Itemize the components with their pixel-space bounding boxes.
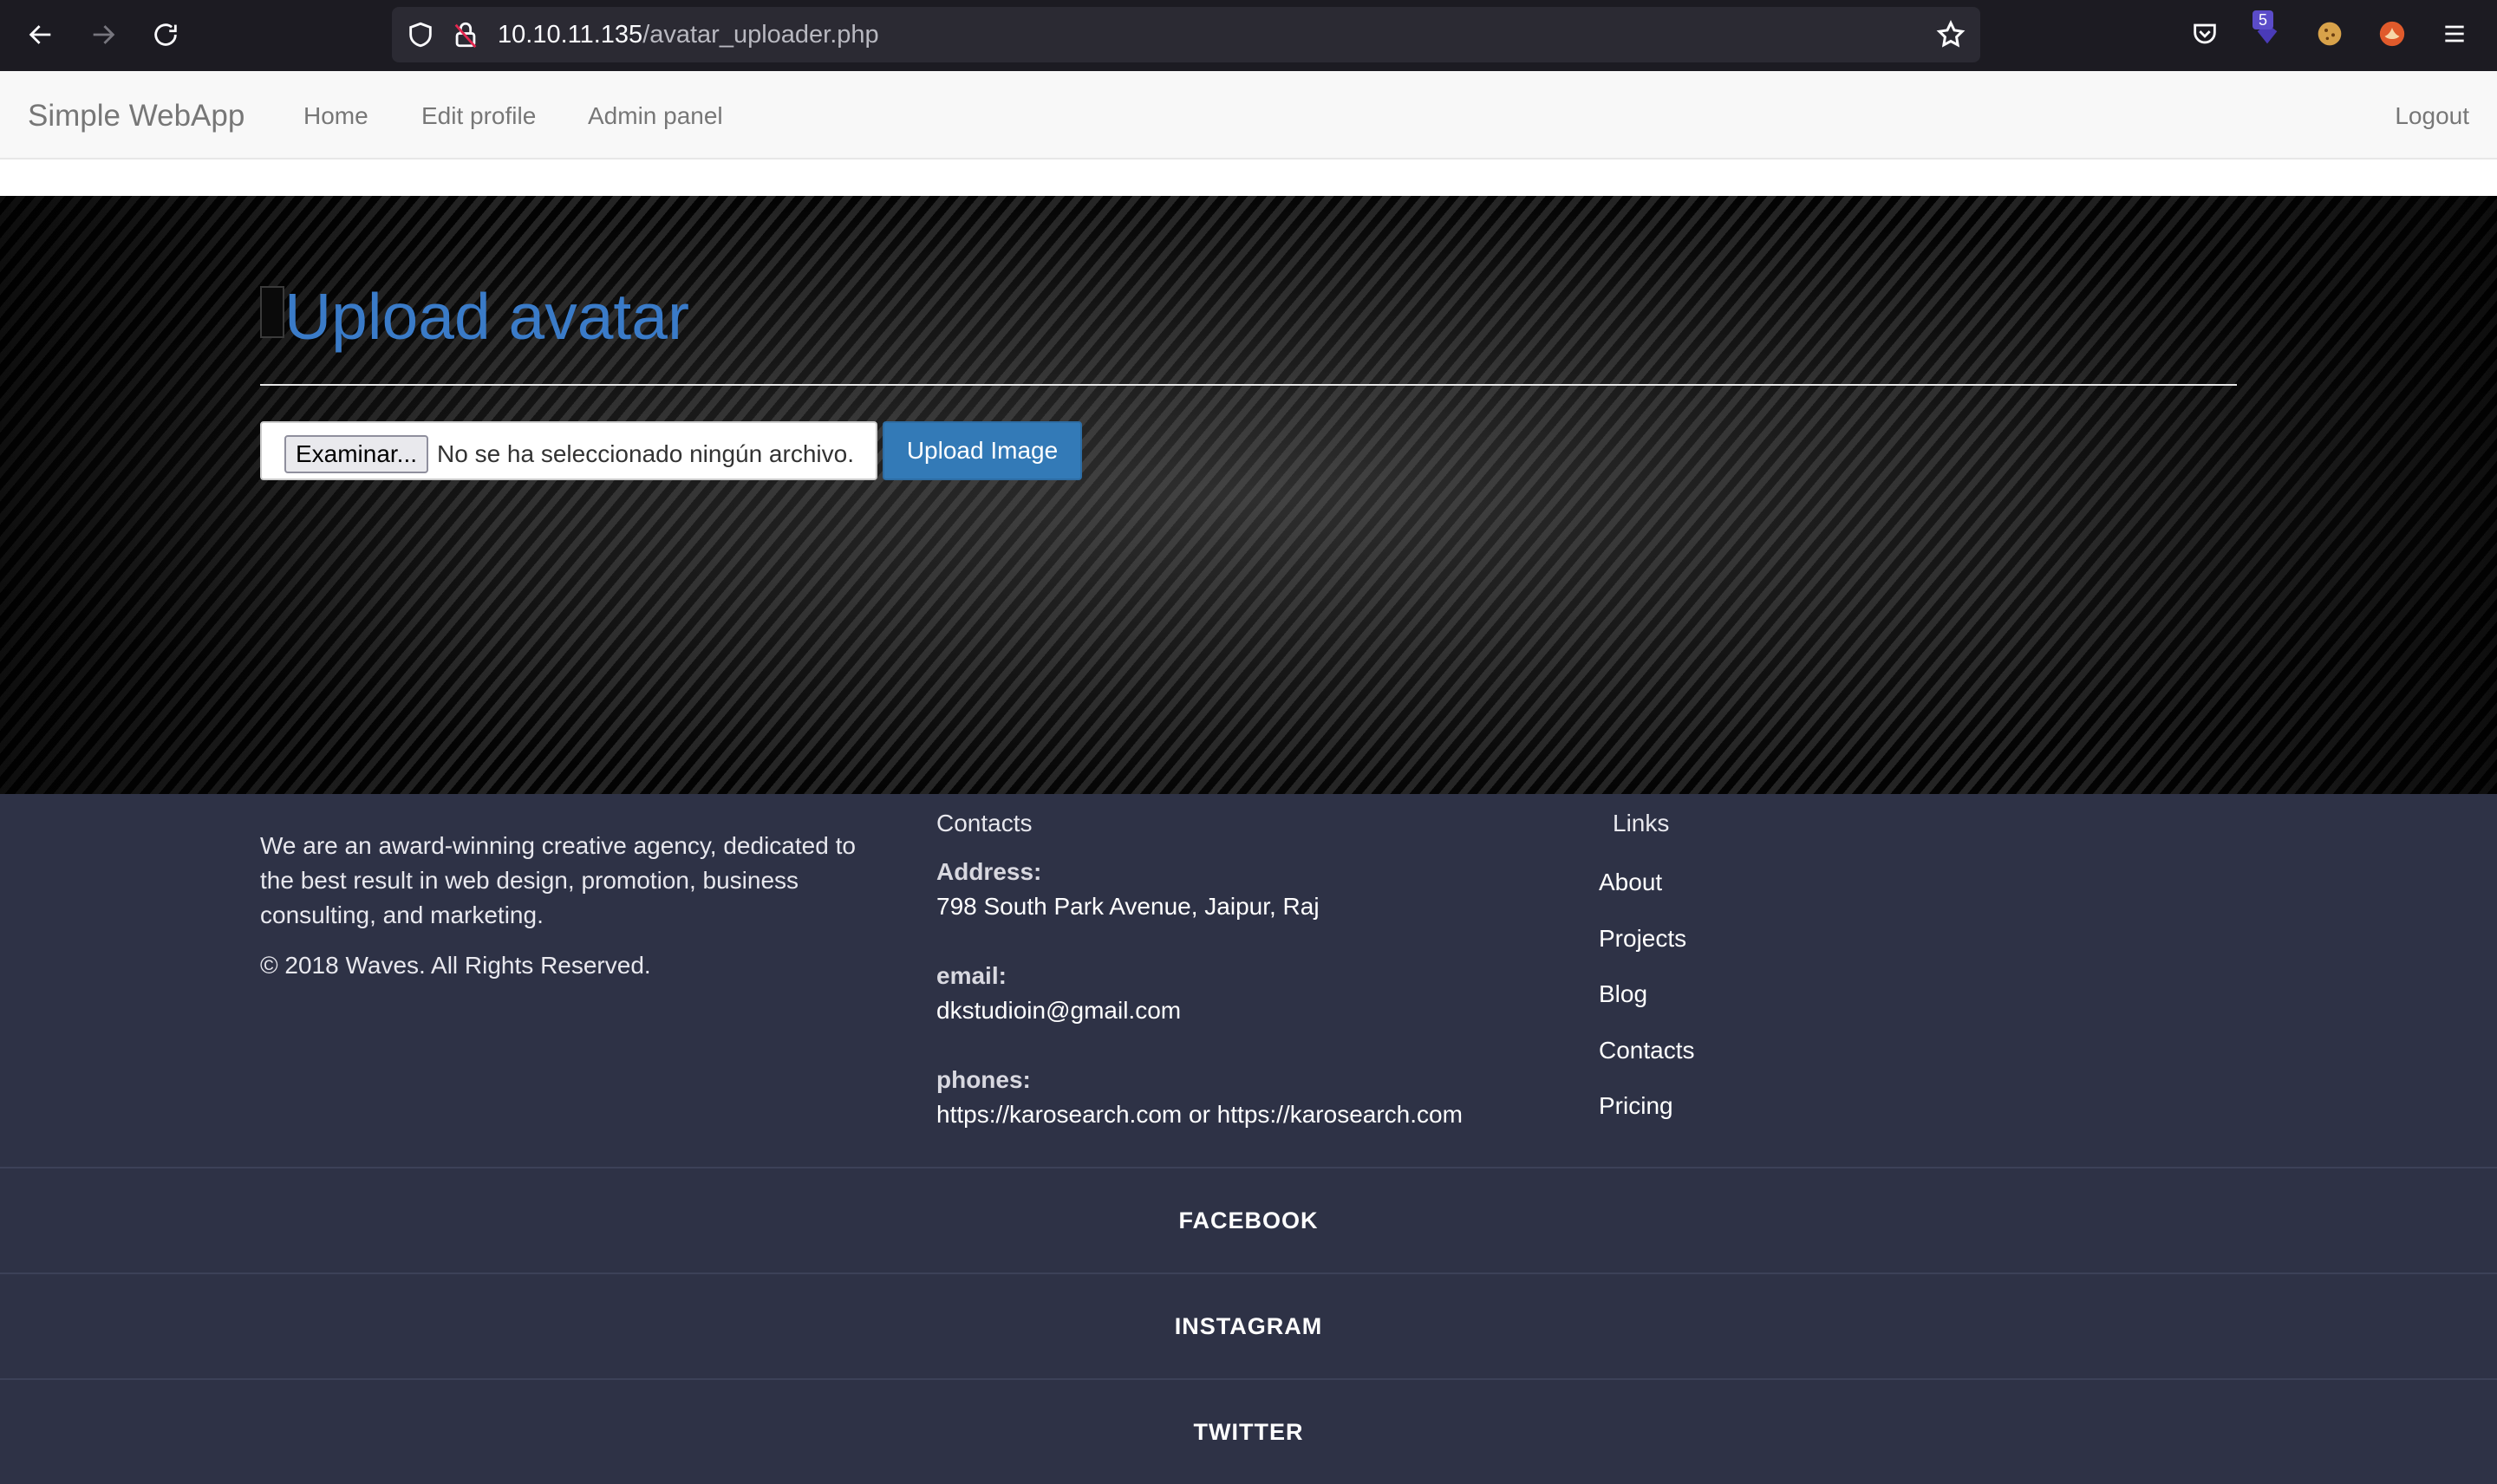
footer-link-pricing[interactable]: Pricing (1599, 1092, 1673, 1120)
phones-label: phones: (936, 1066, 1031, 1093)
menu-button[interactable] (2438, 17, 2471, 50)
reload-icon (154, 23, 177, 46)
insecure-lock-icon[interactable] (451, 20, 480, 49)
fox-icon (2379, 21, 2405, 47)
arrow-left-icon (29, 25, 51, 44)
nav-edit-profile[interactable]: Edit profile (421, 102, 536, 130)
extension-badge: 5 (2253, 10, 2274, 29)
site-footer: We are an award-winning creative agency,… (0, 794, 2497, 1484)
pocket-button[interactable] (2188, 17, 2221, 50)
url-host: 10.10.11.135 (498, 21, 643, 49)
cookie-extension-button[interactable] (2313, 17, 2346, 50)
shield-icon[interactable] (406, 20, 435, 49)
social-instagram-link[interactable]: INSTAGRAM (0, 1272, 2497, 1377)
links-heading: Links (1613, 810, 1670, 836)
divider (260, 384, 2237, 386)
url-bar[interactable]: 10.10.11.135/avatar_uploader.php (392, 7, 1980, 62)
social-twitter-link[interactable]: TWITTER (0, 1378, 2497, 1482)
nav-home[interactable]: Home (303, 102, 368, 130)
bookmark-star-icon[interactable] (1935, 19, 1966, 50)
contacts-heading: Contacts (936, 810, 1033, 836)
footer-link-about[interactable]: About (1599, 869, 1662, 896)
pocket-icon (2194, 23, 2216, 44)
phones-value: https://karosearch.com or https://karose… (936, 1101, 1463, 1128)
browser-toolbar: 10.10.11.135/avatar_uploader.php 5 (0, 0, 2497, 71)
footer-link-blog[interactable]: Blog (1599, 980, 1647, 1008)
address-label: Address: (936, 858, 1042, 885)
arrow-right-icon (93, 25, 115, 44)
file-status-text: No se ha seleccionado ningún archivo. (437, 440, 854, 467)
logout-link[interactable]: Logout (2395, 102, 2469, 130)
brand-link[interactable]: Simple WebApp (28, 99, 244, 133)
back-button[interactable] (21, 15, 61, 55)
hamburger-menu-icon (2445, 25, 2464, 42)
file-input[interactable]: Examinar... No se ha seleccionado ningún… (260, 421, 877, 480)
footer-about-text: We are an award-winning creative agency,… (260, 832, 856, 928)
url-text[interactable]: 10.10.11.135/avatar_uploader.php (498, 19, 879, 50)
footer-link-contacts[interactable]: Contacts (1599, 1037, 1695, 1064)
footer-link-projects[interactable]: Projects (1599, 925, 1686, 953)
footer-copyright: © 2018 Waves. All Rights Reserved. (260, 952, 651, 979)
site-navbar: Simple WebApp Home Edit profile Admin pa… (0, 71, 2497, 159)
page-title: Upload avatar (284, 280, 689, 353)
foxyproxy-button[interactable] (2376, 17, 2409, 50)
cookie-icon (2318, 22, 2342, 46)
upload-image-button[interactable]: Upload Image (883, 421, 1082, 480)
address-value: 798 South Park Avenue, Jaipur, Raj (936, 893, 1320, 920)
upload-section: Upload avatar Examinar... No se ha selec… (0, 196, 2497, 794)
nav-admin-panel[interactable]: Admin panel (588, 102, 723, 130)
email-value: dkstudioin@gmail.com (936, 997, 1182, 1024)
email-label: email: (936, 962, 1007, 989)
browse-button[interactable]: Examinar... (284, 435, 428, 473)
url-path: /avatar_uploader.php (642, 21, 879, 49)
missing-glyph-icon (260, 286, 284, 338)
forward-button[interactable] (83, 15, 123, 55)
social-facebook-link[interactable]: FACEBOOK (0, 1167, 2497, 1271)
reload-button[interactable] (146, 15, 186, 55)
